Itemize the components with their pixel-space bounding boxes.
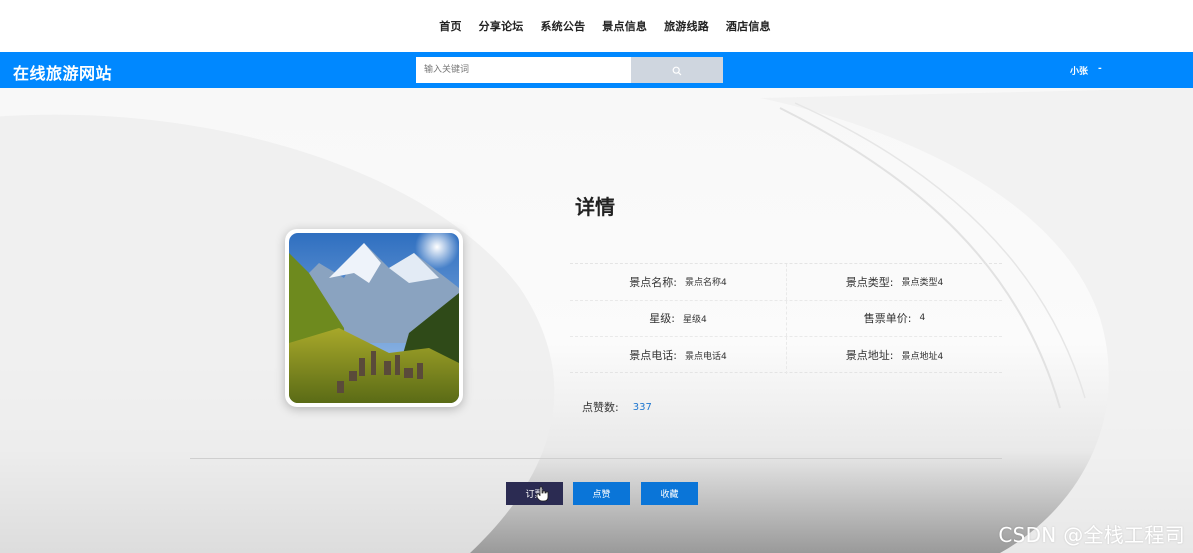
likes-label: 点赞数: — [582, 401, 619, 414]
field-label: 景点类型: — [845, 275, 894, 289]
field-value: 景点名称4 — [684, 278, 727, 289]
field-value: 景点地址4 — [901, 351, 944, 362]
page-title: 详情 — [575, 195, 615, 219]
field-value: 星级4 — [682, 314, 707, 325]
info-cell-address: 景点地址: 景点地址4 — [786, 337, 1002, 374]
user-name[interactable]: 小张 — [1070, 64, 1088, 77]
like-button[interactable]: 点赞 — [573, 482, 630, 505]
info-row: 景点名称: 景点名称4 景点类型: 景点类型4 — [570, 264, 1002, 301]
info-cell-type: 景点类型: 景点类型4 — [786, 264, 1002, 300]
search-button[interactable] — [631, 57, 723, 83]
divider — [190, 458, 1002, 459]
top-nav: 首页 分享论坛 系统公告 景点信息 旅游线路 酒店信息 — [0, 0, 1193, 52]
search-icon — [672, 61, 682, 80]
likes-count: 点赞数: 337 — [582, 399, 652, 415]
nav-item-forum[interactable]: 分享论坛 — [479, 18, 524, 34]
nav-item-announcements[interactable]: 系统公告 — [540, 18, 585, 34]
field-label: 景点地址: — [845, 349, 894, 363]
detail-stage: 详情 景点名称: 景点名称4 景点类型: 景点类型4 星级: 星级4 售票单价:… — [0, 88, 1193, 553]
user-menu[interactable]: 小张 - — [1070, 64, 1102, 77]
field-label: 售票单价: — [863, 312, 912, 326]
info-cell-name: 景点名称: 景点名称4 — [570, 264, 786, 300]
info-cell-price: 售票单价: 4 — [786, 300, 1002, 337]
field-label: 星级: — [649, 312, 675, 326]
nav-item-home[interactable]: 首页 — [439, 18, 461, 34]
nav-item-hotels[interactable]: 酒店信息 — [726, 18, 771, 34]
nav-item-routes[interactable]: 旅游线路 — [664, 18, 709, 34]
order-ticket-button[interactable]: 订票 — [506, 482, 563, 505]
favorite-button[interactable]: 收藏 — [641, 482, 698, 505]
hand-cursor-icon — [536, 486, 550, 506]
field-label: 景点名称: — [629, 275, 677, 289]
search-input[interactable] — [416, 57, 631, 83]
field-value: 4 — [919, 313, 926, 324]
watermark: CSDN @全栈工程司 — [998, 523, 1185, 547]
field-label: 景点电话: — [629, 349, 677, 363]
user-menu-caret[interactable]: - — [1098, 64, 1102, 77]
info-cell-rating: 星级: 星级4 — [570, 301, 786, 337]
info-row: 星级: 星级4 售票单价: 4 — [570, 300, 1002, 338]
info-table: 景点名称: 景点名称4 景点类型: 景点类型4 星级: 星级4 售票单价: 4 … — [570, 263, 1002, 374]
field-value: 景点类型4 — [901, 278, 944, 289]
field-value: 景点电话4 — [684, 351, 727, 362]
likes-value: 337 — [632, 401, 652, 413]
info-row: 景点电话: 景点电话4 景点地址: 景点地址4 — [570, 337, 1002, 374]
header-bar: 在线旅游网站 小张 - — [0, 52, 1193, 88]
attraction-photo — [285, 229, 463, 407]
info-cell-phone: 景点电话: 景点电话4 — [570, 337, 786, 374]
nav-item-attractions[interactable]: 景点信息 — [602, 18, 647, 34]
site-title[interactable]: 在线旅游网站 — [13, 60, 112, 84]
